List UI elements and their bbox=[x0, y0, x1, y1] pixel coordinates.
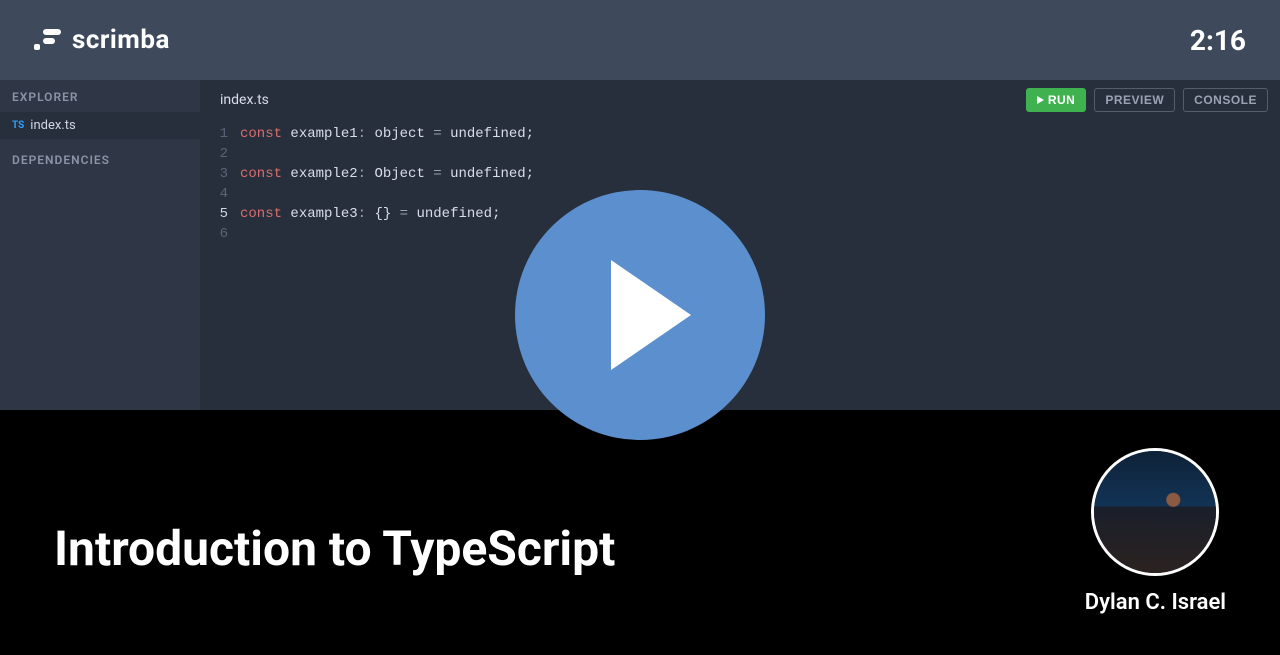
app-header: scrimba 2:16 bbox=[0, 0, 1280, 80]
line-number: 4 bbox=[200, 184, 240, 204]
code-line: 4 bbox=[200, 184, 1280, 204]
code-line: 5const example3: {} = undefined; bbox=[200, 204, 1280, 224]
code-line: 1const example1: object = undefined; bbox=[200, 124, 1280, 144]
explorer-label: EXPLORER bbox=[0, 80, 200, 112]
play-icon bbox=[1037, 96, 1044, 104]
code-line: 2 bbox=[200, 144, 1280, 164]
line-number: 2 bbox=[200, 144, 240, 164]
lesson-info: Introduction to TypeScript Dylan C. Isra… bbox=[0, 410, 1280, 655]
file-item-index-ts[interactable]: TS index.ts bbox=[0, 112, 200, 139]
code-editor[interactable]: 1const example1: object = undefined;23co… bbox=[200, 120, 1280, 244]
line-number: 3 bbox=[200, 164, 240, 184]
line-number: 5 bbox=[200, 204, 240, 224]
active-tab[interactable]: index.ts bbox=[220, 92, 269, 108]
instructor-block: Dylan C. Israel bbox=[1085, 448, 1226, 615]
line-number: 1 bbox=[200, 124, 240, 144]
preview-button[interactable]: PREVIEW bbox=[1094, 88, 1175, 112]
avatar-image-icon bbox=[1094, 451, 1216, 573]
play-icon bbox=[611, 260, 691, 370]
code-content: const example2: Object = undefined; bbox=[240, 164, 534, 184]
lesson-duration: 2:16 bbox=[1190, 24, 1246, 57]
code-content: const example1: object = undefined; bbox=[240, 124, 534, 144]
line-number: 6 bbox=[200, 224, 240, 244]
code-line: 3const example2: Object = undefined; bbox=[200, 164, 1280, 184]
brand-logo[interactable]: scrimba bbox=[34, 25, 170, 55]
scrimba-logo-icon bbox=[34, 29, 62, 51]
run-button[interactable]: RUN bbox=[1026, 88, 1087, 112]
code-content: const example3: {} = undefined; bbox=[240, 204, 500, 224]
explorer-sidebar: EXPLORER TS index.ts DEPENDENCIES bbox=[0, 80, 200, 410]
console-button[interactable]: CONSOLE bbox=[1183, 88, 1268, 112]
lesson-title: Introduction to TypeScript bbox=[54, 520, 615, 577]
file-name-label: index.ts bbox=[30, 118, 75, 133]
dependencies-label: DEPENDENCIES bbox=[0, 139, 200, 175]
ts-badge-icon: TS bbox=[12, 120, 24, 131]
instructor-name: Dylan C. Israel bbox=[1085, 590, 1226, 615]
brand-name: scrimba bbox=[72, 25, 170, 55]
run-label: RUN bbox=[1048, 93, 1076, 107]
editor-toolbar: index.ts RUN PREVIEW CONSOLE bbox=[200, 80, 1280, 120]
instructor-avatar[interactable] bbox=[1091, 448, 1219, 576]
play-video-button[interactable] bbox=[515, 190, 765, 440]
